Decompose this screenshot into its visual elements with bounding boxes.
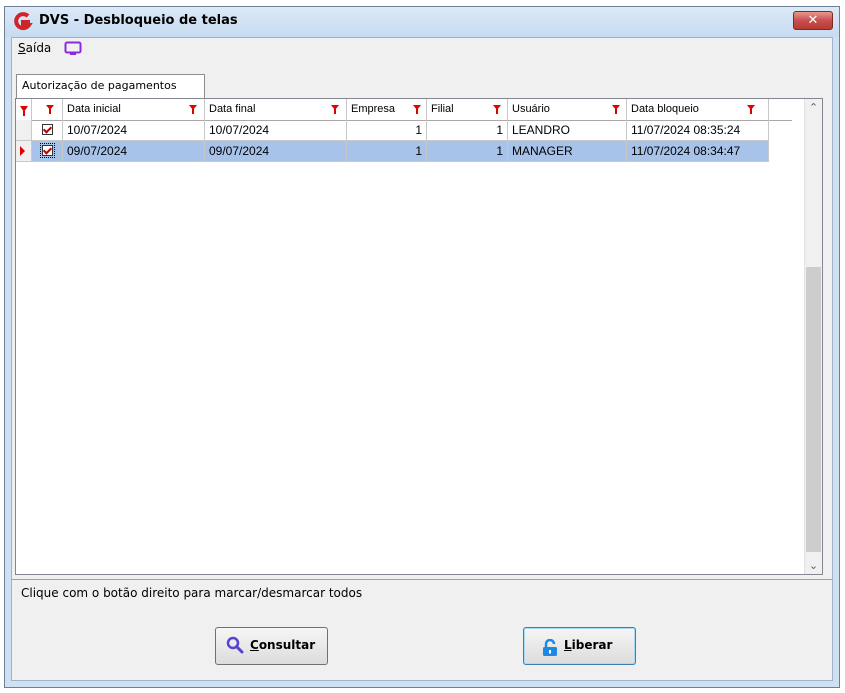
header-label: Empresa [351,103,396,115]
tab-autorizacao-pagamentos[interactable]: Autorização de pagamentos [16,74,205,98]
status-divider [12,579,832,580]
scroll-up-icon[interactable]: ⌃ [805,99,822,116]
app-window: DVS - Desbloqueio de telas ✕ Saída Autor… [4,6,840,688]
row-indicator[interactable] [16,141,32,162]
window-title: DVS - Desbloqueio de telas [39,13,238,28]
header-label: Filial [431,103,454,115]
filter-icon[interactable] [612,105,620,114]
header-data-final[interactable]: Data final [205,99,347,120]
header-data-inicial[interactable]: Data inicial [63,99,205,120]
menu-saida-accel: S [18,41,26,55]
row-indicator[interactable] [16,120,32,141]
row-checkbox-cell[interactable] [32,120,63,141]
cell-usuario[interactable]: MANAGER [508,141,627,162]
cell-empresa[interactable]: 1 [347,141,427,162]
filter-icon[interactable] [189,105,197,114]
row-checkbox[interactable] [40,143,55,158]
header-check[interactable] [32,99,63,120]
cell-filial[interactable]: 1 [427,141,508,162]
filter-icon[interactable] [46,105,54,114]
filter-icon[interactable] [493,105,501,114]
liberar-label: Liberar [564,638,612,652]
title-bar[interactable]: DVS - Desbloqueio de telas ✕ [5,7,839,37]
monitor-icon[interactable] [64,41,82,56]
cell-data-final[interactable]: 10/07/2024 [205,120,347,141]
cell-filial[interactable]: 1 [427,120,508,141]
consultar-label: Consultar [250,638,315,652]
grid-header: Data inicial Data final Empresa Filial U… [16,99,792,121]
search-icon [226,636,244,654]
data-grid[interactable]: Data inicial Data final Empresa Filial U… [15,98,823,575]
unlock-icon [543,639,557,656]
consultar-accel: C [250,638,259,652]
header-label: Data bloqueio [631,103,699,115]
scroll-thumb[interactable] [806,267,821,552]
menu-saida-label: aída [25,41,52,55]
header-data-bloqueio[interactable]: Data bloqueio [627,99,769,120]
header-filial[interactable]: Filial [427,99,508,120]
header-indicator[interactable] [16,99,32,120]
header-label: Data inicial [67,103,121,115]
status-hint: Clique com o botão direito para marcar/d… [21,586,363,600]
cell-data-bloqueio[interactable]: 11/07/2024 08:34:47 [627,141,769,162]
consultar-text: onsultar [258,638,316,652]
filter-icon[interactable] [331,105,339,114]
cell-data-bloqueio[interactable]: 11/07/2024 08:35:24 [627,120,769,141]
cell-data-final[interactable]: 09/07/2024 [205,141,347,162]
table-row[interactable]: 10/07/2024 10/07/2024 1 1 LEANDRO 11/07/… [16,120,792,141]
menu-bar: Saída [12,38,832,60]
scroll-down-icon[interactable]: ⌄ [805,557,822,574]
header-usuario[interactable]: Usuário [508,99,627,120]
current-row-arrow-icon [20,146,25,156]
filter-icon[interactable] [413,105,421,114]
close-button[interactable]: ✕ [793,11,833,30]
row-checkbox[interactable] [42,124,53,135]
liberar-button[interactable]: Liberar [523,627,636,665]
cell-usuario[interactable]: LEANDRO [508,120,627,141]
table-row[interactable]: 09/07/2024 09/07/2024 1 1 MANAGER 11/07/… [16,141,792,162]
filter-icon[interactable] [747,105,755,114]
vertical-scrollbar[interactable]: ⌃ ⌄ [804,99,822,574]
header-label: Data final [209,103,256,115]
app-logo-icon [14,12,33,31]
header-label: Usuário [512,103,550,115]
consultar-button[interactable]: Consultar [215,627,328,665]
cell-data-inicial[interactable]: 09/07/2024 [63,141,205,162]
sort-arrow-icon [20,106,28,116]
cell-data-inicial[interactable]: 10/07/2024 [63,120,205,141]
liberar-accel: L [564,638,572,652]
header-empresa[interactable]: Empresa [347,99,427,120]
row-checkbox-cell[interactable] [32,141,63,162]
cell-empresa[interactable]: 1 [347,120,427,141]
liberar-text: iberar [571,638,613,652]
menu-saida[interactable]: Saída [18,41,51,55]
client-area: Saída Autorização de pagamentos Data ini… [11,37,833,681]
